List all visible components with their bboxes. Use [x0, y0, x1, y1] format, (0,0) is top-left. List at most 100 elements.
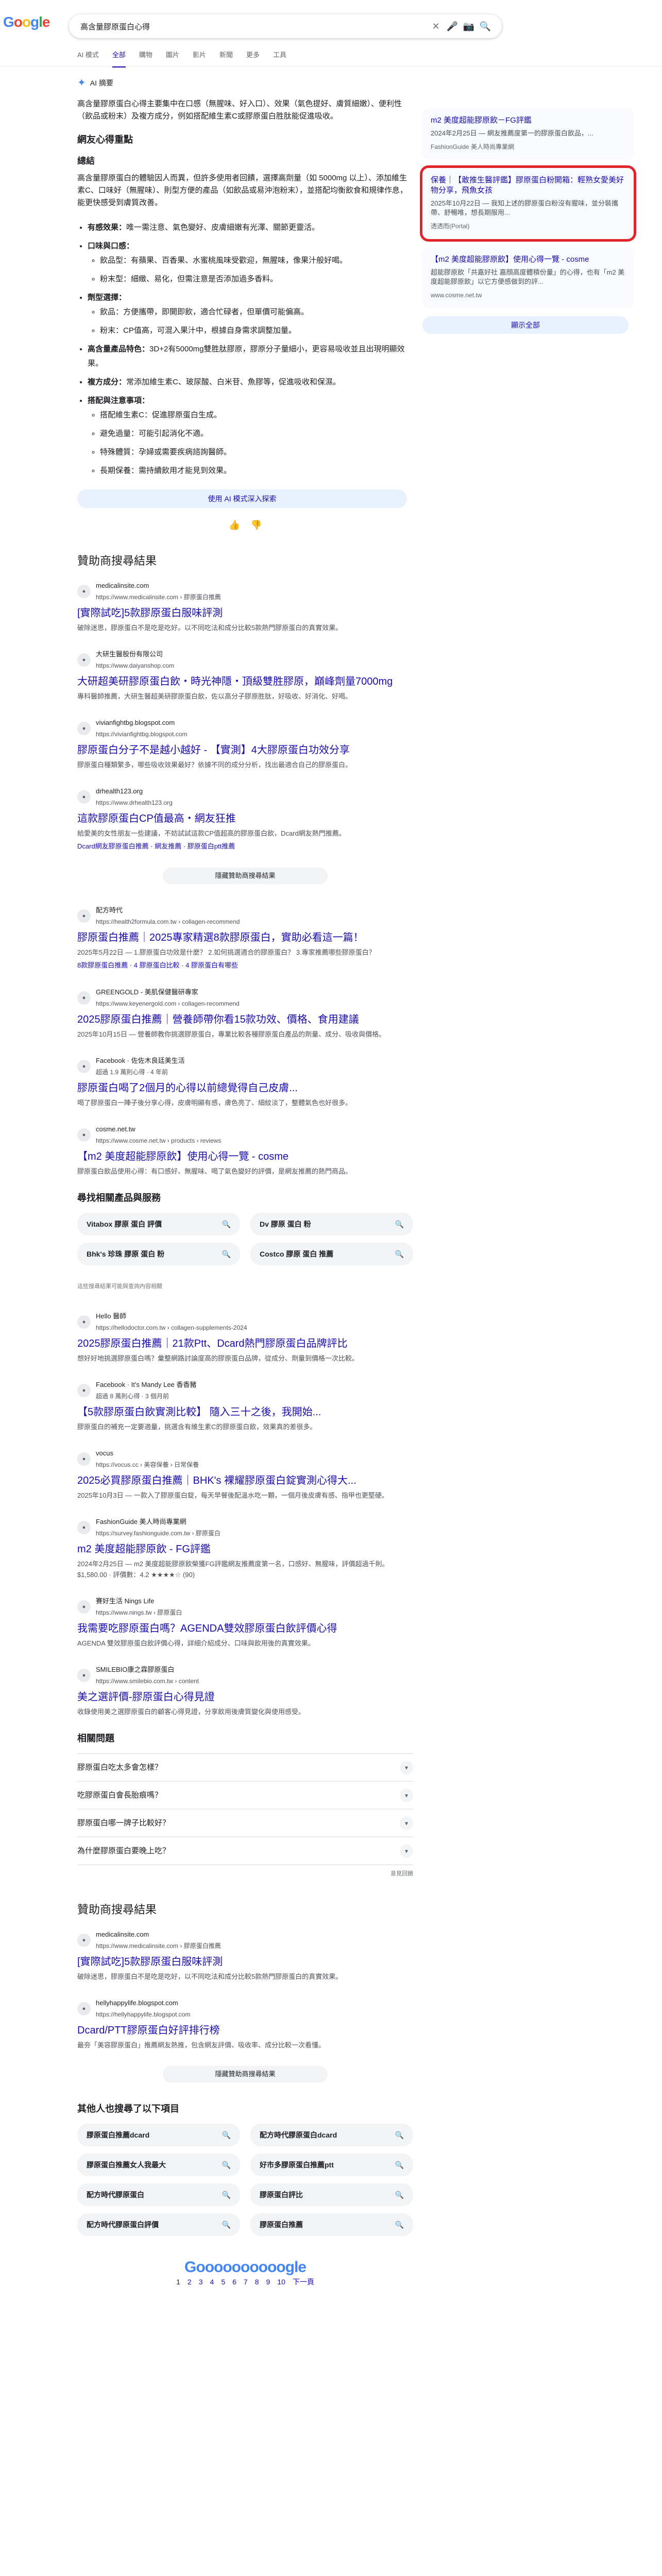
tab-news[interactable]: 新聞	[219, 49, 233, 67]
hide-sponsored-button[interactable]: 隱藏贊助商搜尋結果	[163, 868, 328, 884]
related-chip[interactable]: 配方時代膠原蛋白 🔍	[77, 2183, 240, 2206]
list-item: 高含量產品特色：3D+2有5000mg雙胜肽膠原，膠原分子量細小，更容易吸收並且…	[88, 342, 413, 371]
source-card[interactable]: m2 美度超能膠原飲－FG評鑑 2024年2月25日 — 網友推薦度第一的膠原蛋…	[422, 108, 634, 160]
result-site-name: Hello 醫師	[96, 1312, 127, 1320]
related-chip[interactable]: 配方時代膠原蛋白評價 🔍	[77, 2213, 240, 2236]
thumbs-down-icon[interactable]: 👎	[250, 519, 262, 531]
page-number[interactable]: 7	[244, 2276, 248, 2287]
paa-question[interactable]: 吃膠原蛋白會長胎痕嗎？ ▾	[77, 1782, 413, 1809]
search-result: ● vivianfightbg.blogspot.com https://vivia…	[77, 717, 413, 770]
result-title-link[interactable]: 2025膠原蛋白推薦｜營養師帶你看15款功效、價格、食用建議	[77, 1012, 413, 1027]
search-result: ● cosme.net.tw https://www.cosme.net.tw › …	[77, 1124, 413, 1177]
result-sitelinks[interactable]: Dcard網友膠原蛋白推薦 · 網友推薦 · 膠原蛋白ptt推薦	[77, 841, 413, 852]
list-item: 口味與口感： 飲品型：有蘋果、百香果、水蜜桃風味受歡迎，無腥味，像果汁般好喝。粉…	[88, 239, 413, 286]
page-number[interactable]: 9	[266, 2276, 270, 2287]
source-title: m2 美度超能膠原飲－FG評鑑	[431, 116, 532, 125]
search-result: ● drhealth123.org https://www.drhealth123.…	[77, 786, 413, 852]
search-icon: 🔍	[222, 2161, 231, 2169]
result-title-link[interactable]: Dcard/PTT膠原蛋白好評排行榜	[77, 2023, 413, 2038]
result-sitelinks[interactable]: 8款膠原蛋白推薦 · 4 膠原蛋白比較 · 4 膠原蛋白有哪些	[77, 960, 413, 971]
result-title-link[interactable]: 【5款膠原蛋白飲實測比較】 隨入三十之後，我開始...	[77, 1405, 413, 1419]
tab-tools[interactable]: 工具	[273, 49, 286, 67]
search-result: ● GREENGOLD - 美肌保健醫研專家 https://www.keyener…	[77, 987, 413, 1040]
result-url: https://www.drhealth123.org	[96, 799, 173, 806]
source-card-highlighted[interactable]: 保養｜【敢推生醫評鑑】膠原蛋白粉開箱：輕熟女愛美好物分享，飛魚女孩 2025年1…	[420, 165, 636, 242]
result-title-link[interactable]: m2 美度超能膠原飲 - FG評鑑	[77, 1542, 413, 1556]
camera-icon[interactable]: 📷	[461, 21, 477, 32]
ai-section-title: 網友心得重點	[77, 134, 133, 145]
search-icon[interactable]: 🔍	[477, 21, 494, 32]
result-title-link[interactable]: [實際試吃]5款膠原蛋白服味評測	[77, 606, 413, 620]
search-result: ● hellyhappylife.blogspot.com https://hell…	[77, 1997, 413, 2050]
ai-intro: 高含量膠原蛋白心得主要集中在口感（無腥味、好入口）、效果（氣色提好、膚質細嫩）、…	[77, 99, 402, 121]
source-site: www.cosme.net.tw	[431, 292, 482, 299]
page-number[interactable]: 3	[199, 2276, 203, 2287]
related-chip[interactable]: Dv 膠原 蛋白 粉 🔍	[250, 1213, 413, 1235]
page-number[interactable]: 2	[188, 2276, 192, 2287]
result-site-name: GREENGOLD - 美肌保健醫研專家	[96, 988, 198, 996]
search-input[interactable]	[80, 22, 428, 31]
result-url: https://hellodoctor.com.tw › collagen-su…	[96, 1324, 247, 1331]
page-number[interactable]: 1	[176, 2276, 180, 2287]
result-url: https://hellyhappylife.blogspot.com	[96, 2011, 191, 2018]
related-chip[interactable]: 膠原蛋白評比 🔍	[250, 2183, 413, 2206]
site-favicon-icon: ●	[77, 653, 91, 667]
tab-images[interactable]: 圖片	[166, 49, 179, 67]
tab-more[interactable]: 更多	[246, 49, 260, 67]
ai-mode-more-button[interactable]: 使用 AI 模式深入探索	[77, 489, 407, 508]
source-card[interactable]: 【m2 美度超能膠原飲】使用心得一覽 - cosme 超能膠原飲「共嘉好社 嘉顔…	[422, 247, 634, 308]
result-title-link[interactable]: 膠原蛋白推薦｜2025專家精選8款膠原蛋白，實助必看這一篇！	[77, 930, 413, 945]
search-result: ● 賽好生活 Nings Life https://www.nings.tw › 膠…	[77, 1596, 413, 1649]
result-title-link[interactable]: 膠原蛋白分子不是越小越好 - 【實測】4大膠原蛋白功效分享	[77, 743, 413, 757]
paa-question[interactable]: 膠原蛋白吃太多會怎樣？ ▾	[77, 1754, 413, 1782]
result-title-link[interactable]: 2025必買膠原蛋白推薦｜BHK's 裸耀膠原蛋白錠實測心得大...	[77, 1473, 413, 1488]
result-title-link[interactable]: 這款膠原蛋白CP值最高・網友狂推	[77, 811, 413, 826]
related-chip[interactable]: Bhk's 珍珠 膠原 蛋白 粉 🔍	[77, 1243, 240, 1265]
tab-videos[interactable]: 影片	[193, 49, 206, 67]
feedback-link[interactable]: 意見回饋	[77, 1868, 413, 1879]
page-number[interactable]: 10	[277, 2276, 285, 2287]
result-title-link[interactable]: 2025膠原蛋白推薦｜21款Ptt、Dcard熱門膠原蛋白品牌評比	[77, 1336, 413, 1351]
result-title-link[interactable]: 美之選評價-膠原蛋白心得見證	[77, 1690, 413, 1704]
result-title-link[interactable]: [實際試吃]5款膠原蛋白服味評測	[77, 1955, 413, 1969]
related-chip[interactable]: 配方時代膠原蛋白dcard 🔍	[250, 2124, 413, 2146]
result-snippet: 2025年10月3日 — 一款入了膠原蛋白錠，每天早餐後配溫水吃一顆，一個月後皮…	[77, 1492, 388, 1499]
search-icon: 🔍	[395, 2221, 404, 2229]
result-title-link[interactable]: 我需要吃膠原蛋白嗎？AGENDA雙效膠原蛋白飲評價心得	[77, 1621, 413, 1636]
page-number[interactable]: 4	[210, 2276, 214, 2287]
clear-icon[interactable]: ✕	[428, 21, 444, 32]
google-logo[interactable]: Google	[3, 15, 50, 29]
related-chip-label: 膠原蛋白推薦女人我最大	[87, 2161, 166, 2169]
result-site: ● hellyhappylife.blogspot.com https://hell…	[77, 1997, 413, 2020]
related-chip[interactable]: 膠原蛋白推薦dcard 🔍	[77, 2124, 240, 2146]
search-icon: 🔍	[222, 2221, 231, 2229]
related-chip[interactable]: Costco 膠原 蛋白 推薦 🔍	[250, 1243, 413, 1265]
page-number[interactable]: 6	[232, 2276, 236, 2287]
tab-shopping[interactable]: 購物	[139, 49, 152, 67]
tab-all[interactable]: 全部	[112, 49, 126, 67]
result-title-link[interactable]: 【m2 美度超能膠原飲】使用心得一覽 - cosme	[77, 1149, 413, 1164]
page-number[interactable]: 5	[221, 2276, 225, 2287]
result-snippet: 膠原蛋白飲品使用心得：有口感好、無腥味、喝了氣色變好的評價，是網友推薦的熱門商品…	[77, 1167, 352, 1175]
show-all-sources-button[interactable]: 顯示全部	[422, 316, 629, 334]
tab-ai-mode[interactable]: AI 模式	[77, 49, 99, 67]
result-title-link[interactable]: 膠原蛋白喝了2個月的心得以前總覺得自己皮膚...	[77, 1081, 413, 1095]
related-chip[interactable]: 好市多膠原蛋白推薦ptt 🔍	[250, 2154, 413, 2176]
related-chip[interactable]: Vitabox 膠原 蛋白 評價 🔍	[77, 1213, 240, 1235]
search-icon: 🔍	[222, 1220, 231, 1228]
hide-sponsored-button-2[interactable]: 隱藏贊助商搜尋結果	[163, 2066, 328, 2082]
page-number[interactable]: 8	[255, 2276, 259, 2287]
paa-question[interactable]: 為什麼膠原蛋白要晚上吃？ ▾	[77, 1837, 413, 1865]
related-chip[interactable]: 膠原蛋白推薦 🔍	[250, 2213, 413, 2236]
related-chip[interactable]: 膠原蛋白推薦女人我最大 🔍	[77, 2154, 240, 2176]
result-url: https://survey.fashionguide.com.tw › 膠原蛋…	[96, 1530, 220, 1537]
paa-question[interactable]: 膠原蛋白哪一牌子比較好？ ▾	[77, 1809, 413, 1837]
result-snippet: 專科醫師推薦，大研生醫超美研膠原蛋白飲，佐以高分子膠原胜肽，好吸收、好消化、好喝…	[77, 692, 352, 700]
result-site-name: FashionGuide 美人時尚專業網	[96, 1518, 186, 1526]
microphone-icon[interactable]: 🎤	[444, 21, 461, 32]
search-result: ● SMILEBIO康之霖膠原蛋白 https://www.smilebio.com…	[77, 1664, 413, 1717]
thumbs-up-icon[interactable]: 👍	[229, 519, 240, 531]
result-title-link[interactable]: 大研超美研膠原蛋白飲・時光神隱・頂級雙胜膠原，巔峰劑量7000mg	[77, 674, 413, 689]
next-page-link[interactable]: 下一頁	[293, 2276, 314, 2287]
ai-summary-title: 總結	[77, 156, 95, 166]
